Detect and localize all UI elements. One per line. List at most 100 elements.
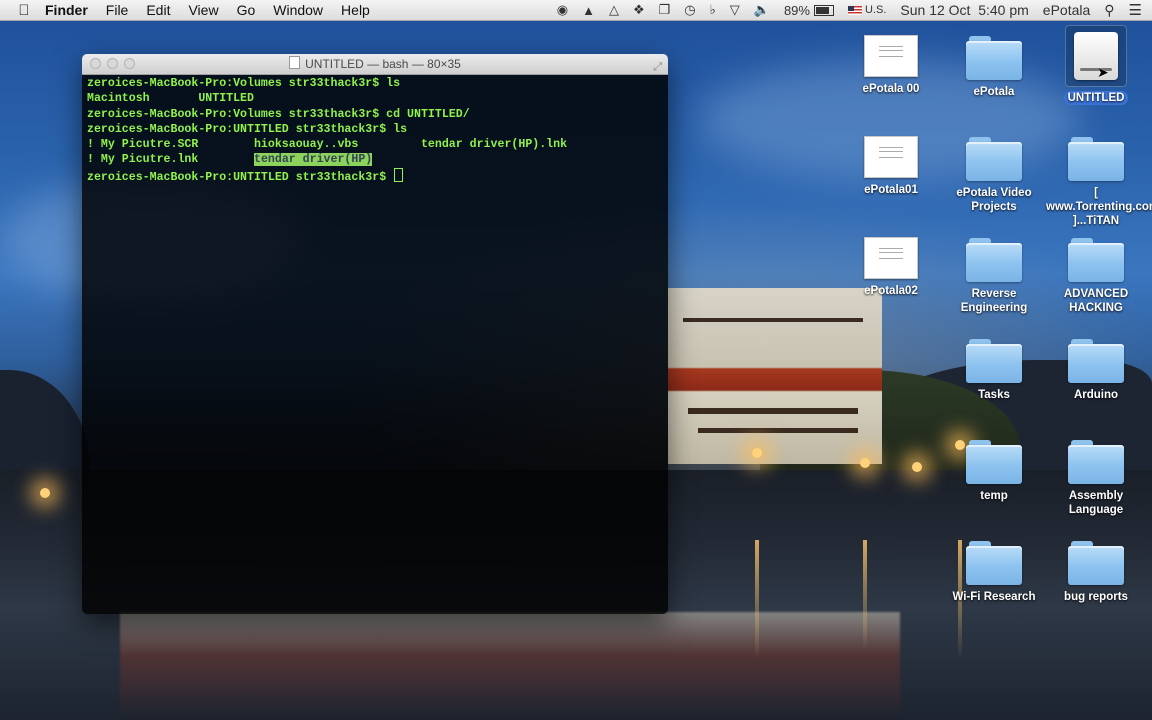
desktop-icon-epotala-00[interactable]: ePotala 00 [841,35,941,96]
zoom-button[interactable] [124,58,135,69]
menu-edit[interactable]: Edit [137,0,179,20]
menu-view[interactable]: View [179,0,227,20]
street-light [752,448,762,458]
desktop-icon-temp[interactable]: temp [944,440,1044,503]
menu-window[interactable]: Window [264,0,332,20]
desktop-icon-label: Arduino [1073,389,1119,401]
folder-icon [966,339,1022,383]
battery-percent: 89% [783,2,810,18]
desktop-icon-label: Tasks [978,389,1010,401]
palace-windows [698,428,858,433]
document-proxy-icon[interactable] [289,56,301,69]
document-icon [864,237,918,279]
desktop-icon-label: Wi-Fi Research [952,591,1036,603]
desktop-icon-label: ePotala [973,86,1015,98]
time-machine-icon[interactable]: ◷ [684,2,695,18]
terminal-line: zeroices-MacBook-Pro:Volumes str33thack3… [87,77,401,90]
battery-status[interactable]: 89% [784,3,834,18]
window-title: UNTITLED — bash — 80×35 [305,57,461,71]
clock[interactable]: Sun 12 Oct 5:40 pm [900,2,1028,18]
desktop-icon-label: Reverse Engineering [960,288,1028,314]
wallpaper-reflection [120,612,900,720]
mouse-pointer-icon: ➤ [1097,64,1109,80]
folder-icon [1068,440,1124,484]
folder-icon [966,440,1022,484]
terminal-line: ! My Picutre.SCR hioksaouay..vbs tendar … [87,138,568,152]
status-area: ◉ ▲ △ ❖ ❐ ◷ ♭ ▽ 🔈 89% U.S. Sun 12 Oct 5:… [550,0,1152,20]
desktop-icon-torrenting-titan[interactable]: [ www.Torrenting.com ]...TiTAN [1046,137,1152,228]
terminal-line: Macintosh UNTITLED [87,92,254,106]
drive-icon [1065,25,1127,87]
document-icon [864,35,918,77]
window-icon[interactable]: ❐ [659,2,671,18]
wifi-icon[interactable]: ▽ [730,2,740,18]
terminal-line: zeroices-MacBook-Pro:UNTITLED str33thack… [87,122,408,136]
menu-help[interactable]: Help [332,0,379,20]
input-source[interactable]: U.S. [847,4,887,16]
desktop-icon-wifi-research[interactable]: Wi-Fi Research [944,541,1044,604]
terminal-prompt: zeroices-MacBook-Pro:UNTITLED str33thack… [87,170,394,184]
spotlight-search-icon[interactable]: ⚲ [1104,2,1114,19]
terminal-line: ! My Picutre.lnk tendar driver(HP) [87,152,663,167]
terminal-line: zeroices-MacBook-Pro:Volumes str33thack3… [87,107,470,121]
bluetooth-icon[interactable]: ♭ [710,2,716,18]
menu-go[interactable]: Go [228,0,265,20]
terminal-output[interactable]: zeroices-MacBook-Pro:Volumes str33thack3… [82,75,668,614]
desktop-icon-label: ePotala02 [864,285,918,297]
desktop-icon-tasks[interactable]: Tasks [944,339,1044,402]
dropbox-icon[interactable]: ❖ [633,2,645,18]
desktop-icon-arduino[interactable]: Arduino [1046,339,1146,402]
desktop-icon-label: ADVANCED HACKING [1063,288,1129,314]
terminal-prompt-line: zeroices-MacBook-Pro:UNTITLED str33thack… [87,167,663,184]
desktop-icon-label: Assembly Language [1068,490,1124,516]
desktop-icon-label: ePotala Video Projects [956,187,1032,213]
desktop-icon-label: ePotala 00 [862,83,920,95]
sync-icon[interactable]: △ [609,2,619,18]
desktop-icon-epotala01[interactable]: ePotala01 [841,136,941,197]
desktop-icon-untitled-drive[interactable]: UNTITLED [1046,25,1146,105]
folder-icon [1068,541,1124,585]
desktop-icon-reverse-engineering[interactable]: Reverse Engineering [944,238,1044,315]
street-light [912,462,922,472]
desktop-icon-epotala[interactable]: ePotala [944,36,1044,99]
desktop-icon-label: bug reports [1064,591,1128,603]
text-cursor [394,167,404,182]
selected-text[interactable]: tendar driver(HP) [253,153,373,167]
light-reflection [755,540,759,660]
folder-icon [1068,339,1124,383]
terminal-titlebar[interactable]: UNTITLED — bash — 80×35 ⤢ [82,54,668,75]
desktop-icon-label: [ www.Torrenting.com ]...TiTAN [1046,187,1152,227]
menu-file[interactable]: File [97,0,138,20]
input-source-label: U.S. [864,4,887,16]
us-flag-icon [847,5,862,15]
notification-icon[interactable]: ▲ [582,3,595,18]
apple-menu-icon[interactable]:  [12,2,36,19]
desktop-icon-label: ePotala01 [864,184,918,196]
desktop-icon-epotala-video-projects[interactable]: ePotala Video Projects [944,137,1044,214]
fullscreen-icon[interactable]: ⤢ [653,57,662,77]
wallpaper-mountain [0,370,90,480]
minimize-button[interactable] [107,58,118,69]
terminal-window[interactable]: UNTITLED — bash — 80×35 ⤢ zeroices-MacBo… [82,54,668,614]
battery-icon [813,4,834,16]
desktop-icon-bug-reports[interactable]: bug reports [1046,541,1146,604]
folder-icon [966,137,1022,181]
palace-windows [683,318,863,322]
user-menu[interactable]: ePotala [1043,2,1090,18]
folder-icon [1068,238,1124,282]
wallpaper-palace [668,288,882,464]
notification-center-icon[interactable]: ☰ [1129,1,1142,19]
terminal-line-text: ! My Picutre.lnk [87,153,254,167]
folder-icon [966,36,1022,80]
street-light [860,458,870,468]
street-light [40,488,50,498]
folder-icon [966,541,1022,585]
close-button[interactable] [90,58,101,69]
record-icon[interactable]: ◉ [557,2,568,18]
window-controls [90,58,135,69]
menu-app-finder[interactable]: Finder [36,0,97,20]
volume-icon[interactable]: 🔈 [754,2,770,18]
desktop-icon-epotala02[interactable]: ePotala02 [841,237,941,298]
desktop-icon-assembly-language[interactable]: Assembly Language [1046,440,1146,517]
desktop-icon-advanced-hacking[interactable]: ADVANCED HACKING [1046,238,1146,315]
